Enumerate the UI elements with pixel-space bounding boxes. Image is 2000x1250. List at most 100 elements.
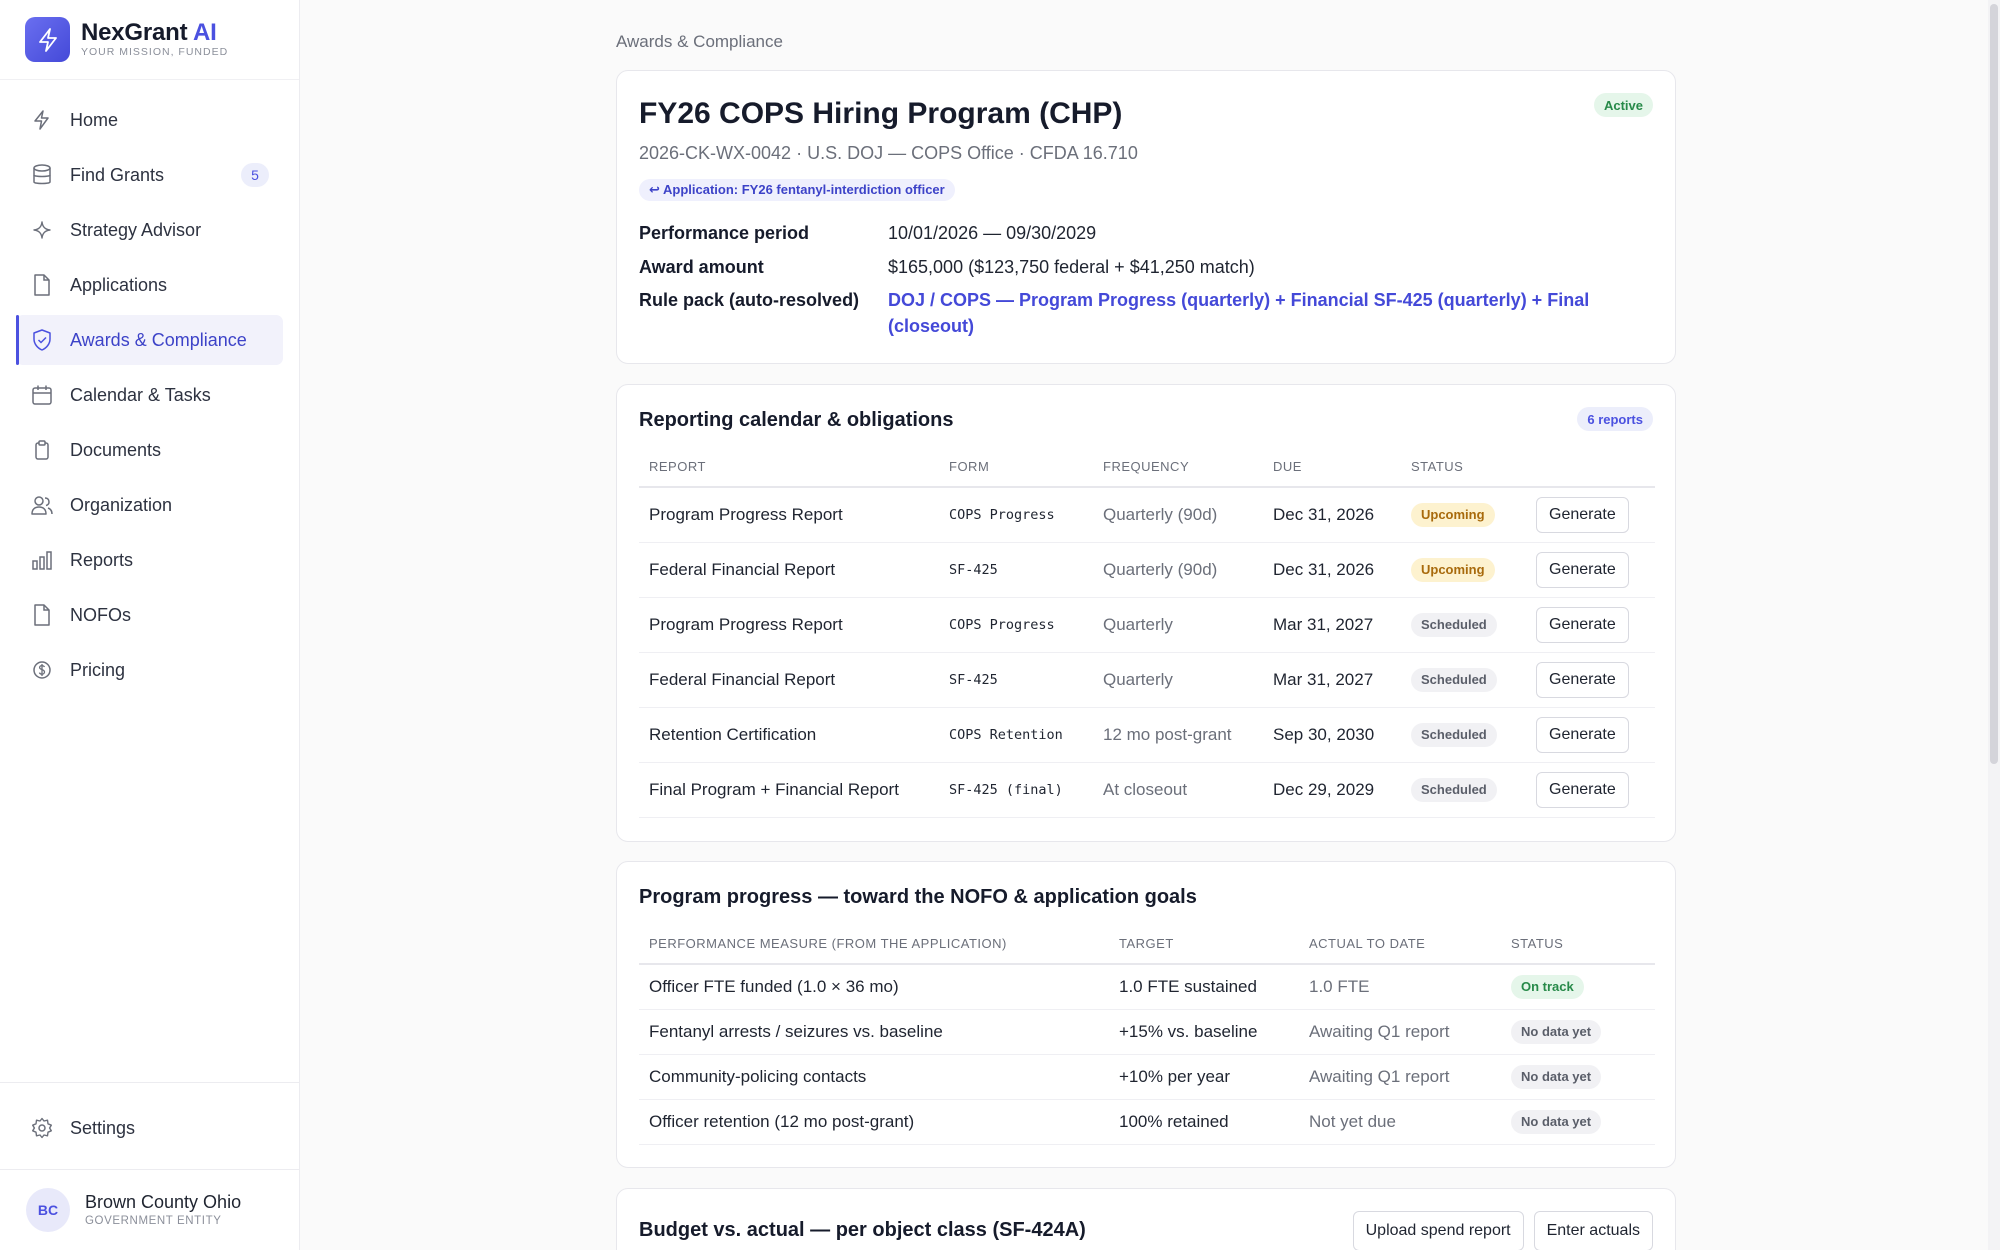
reporting-calendar-card: Reporting calendar & obligations 6 repor… <box>616 384 1676 842</box>
breadcrumb[interactable]: Awards & Compliance <box>616 32 783 52</box>
upload-spend-report-button[interactable]: Upload spend report <box>1352 1211 1524 1250</box>
database-icon <box>30 163 54 187</box>
sidebar: NexGrant AI YOUR MISSION, FUNDED Home Fi… <box>0 0 300 1250</box>
status-badge: No data yet <box>1511 1064 1602 1089</box>
sidebar-item-label: NOFOs <box>70 604 131 625</box>
sidebar-item-applications[interactable]: Applications <box>16 260 283 310</box>
file-icon <box>30 273 54 297</box>
report-form: COPS Progress <box>939 487 1093 543</box>
measure-name: Officer retention (12 mo post-grant) <box>639 1099 1109 1145</box>
reports-count-badge: 6 reports <box>1577 407 1653 431</box>
report-due: Sep 30, 2030 <box>1263 707 1401 763</box>
sidebar-item-home[interactable]: Home <box>16 95 283 145</box>
report-due: Dec 31, 2026 <box>1263 487 1401 543</box>
rule-pack-label: Rule pack (auto-resolved) <box>639 290 860 310</box>
users-icon <box>30 493 54 517</box>
enter-actuals-button[interactable]: Enter actuals <box>1533 1211 1653 1250</box>
performance-period-label: Performance period <box>639 223 810 243</box>
column-header: DUE <box>1263 447 1401 488</box>
column-header: STATUS <box>1401 447 1526 488</box>
report-form: SF-425 (final) <box>939 762 1093 818</box>
report-due: Mar 31, 2027 <box>1263 597 1401 653</box>
report-due: Dec 31, 2026 <box>1263 542 1401 598</box>
table-header-row: REPORT FORM FREQUENCY DUE STATUS <box>639 447 1655 488</box>
sidebar-item-label: Strategy Advisor <box>70 219 202 240</box>
measure-target: +10% per year <box>1109 1054 1299 1100</box>
award-subtitle: 2026-CK-WX-0042 · U.S. DOJ — COPS Office… <box>639 143 1138 163</box>
measure-name: Officer FTE funded (1.0 × 36 mo) <box>639 964 1109 1010</box>
brand[interactable]: NexGrant AI YOUR MISSION, FUNDED <box>0 0 299 80</box>
table-row: Program Progress Report COPS Progress Qu… <box>639 597 1655 653</box>
sidebar-item-pricing[interactable]: Pricing <box>16 645 283 695</box>
report-due: Dec 29, 2029 <box>1263 762 1401 818</box>
column-header <box>1526 447 1655 488</box>
report-name: Program Progress Report <box>639 597 939 653</box>
status-badge: On track <box>1511 974 1584 999</box>
report-frequency: Quarterly (90d) <box>1093 542 1263 598</box>
table-row: Officer retention (12 mo post-grant) 100… <box>639 1099 1655 1145</box>
measure-name: Fentanyl arrests / seizures vs. baseline <box>639 1009 1109 1055</box>
sidebar-item-label: Applications <box>70 274 168 295</box>
column-header: TARGET <box>1109 924 1299 965</box>
status-badge: Scheduled <box>1411 667 1497 692</box>
page-title: FY26 COPS Hiring Program (CHP) <box>639 97 1123 130</box>
sidebar-item-organization[interactable]: Organization <box>16 480 283 530</box>
bolt-icon <box>30 108 54 132</box>
report-form: SF-425 <box>939 652 1093 708</box>
status-badge: Upcoming <box>1411 502 1495 527</box>
sidebar-item-strategy-advisor[interactable]: Strategy Advisor <box>16 205 283 255</box>
gear-icon <box>30 1116 54 1140</box>
measure-name: Community-policing contacts <box>639 1054 1109 1100</box>
report-form: SF-425 <box>939 542 1093 598</box>
report-name: Retention Certification <box>639 707 939 763</box>
report-frequency: Quarterly <box>1093 652 1263 708</box>
status-badge: Scheduled <box>1411 612 1497 637</box>
table-row: Officer FTE funded (1.0 × 36 mo) 1.0 FTE… <box>639 964 1655 1010</box>
table-row: Federal Financial Report SF-425 Quarterl… <box>639 652 1655 708</box>
brand-tagline: YOUR MISSION, FUNDED <box>81 46 229 58</box>
sidebar-item-reports[interactable]: Reports <box>16 535 283 585</box>
column-header: STATUS <box>1501 924 1655 965</box>
status-badge: Scheduled <box>1411 777 1497 802</box>
program-progress-card: Program progress — toward the NOFO & app… <box>616 861 1676 1168</box>
scrollbar-thumb[interactable] <box>1990 4 1998 764</box>
generate-button[interactable]: Generate <box>1536 496 1629 533</box>
generate-button[interactable]: Generate <box>1536 716 1629 753</box>
sparkle-icon <box>30 218 54 242</box>
measure-target: 1.0 FTE sustained <box>1109 964 1299 1010</box>
status-badge: Scheduled <box>1411 722 1497 747</box>
sidebar-item-label: Calendar & Tasks <box>70 384 211 405</box>
sidebar-item-label: Organization <box>70 494 173 515</box>
bolt-logo-icon <box>25 17 70 62</box>
sidebar-item-documents[interactable]: Documents <box>16 425 283 475</box>
sidebar-item-calendar-tasks[interactable]: Calendar & Tasks <box>16 370 283 420</box>
generate-button[interactable]: Generate <box>1536 606 1629 643</box>
application-link[interactable]: ↩ Application: FY26 fentanyl-interdictio… <box>639 179 955 201</box>
find-grants-count-badge: 5 <box>241 163 269 187</box>
report-form: COPS Retention <box>939 707 1093 763</box>
sidebar-item-find-grants[interactable]: Find Grants 5 <box>16 150 283 200</box>
sidebar-item-settings[interactable]: Settings <box>16 1103 283 1153</box>
progress-section-title: Program progress — toward the NOFO & app… <box>639 886 1197 908</box>
sidebar-item-nofos[interactable]: NOFOs <box>16 590 283 640</box>
dollar-icon <box>30 658 54 682</box>
status-badge: Active <box>1593 93 1653 117</box>
rule-pack-link[interactable]: DOJ / COPS — Program Progress (quarterly… <box>888 287 1608 339</box>
measure-target: 100% retained <box>1109 1099 1299 1145</box>
shield-check-icon <box>30 328 54 352</box>
measure-target: +15% vs. baseline <box>1109 1009 1299 1055</box>
generate-button[interactable]: Generate <box>1536 661 1629 698</box>
award-summary-card: FY26 COPS Hiring Program (CHP) Active 20… <box>616 70 1676 364</box>
measure-actual: Awaiting Q1 report <box>1299 1009 1501 1055</box>
sidebar-item-label: Pricing <box>70 659 126 680</box>
bar-chart-icon <box>30 548 54 572</box>
report-frequency: Quarterly (90d) <box>1093 487 1263 543</box>
file-icon <box>30 603 54 627</box>
report-name: Federal Financial Report <box>639 652 939 708</box>
generate-button[interactable]: Generate <box>1536 771 1629 808</box>
generate-button[interactable]: Generate <box>1536 551 1629 588</box>
sidebar-item-label: Reports <box>70 549 134 570</box>
page-scrollbar[interactable] <box>1988 0 2000 1250</box>
sidebar-item-awards-compliance[interactable]: Awards & Compliance <box>16 315 283 365</box>
user-profile[interactable]: BC Brown County Ohio GOVERNMENT ENTITY <box>0 1170 299 1250</box>
